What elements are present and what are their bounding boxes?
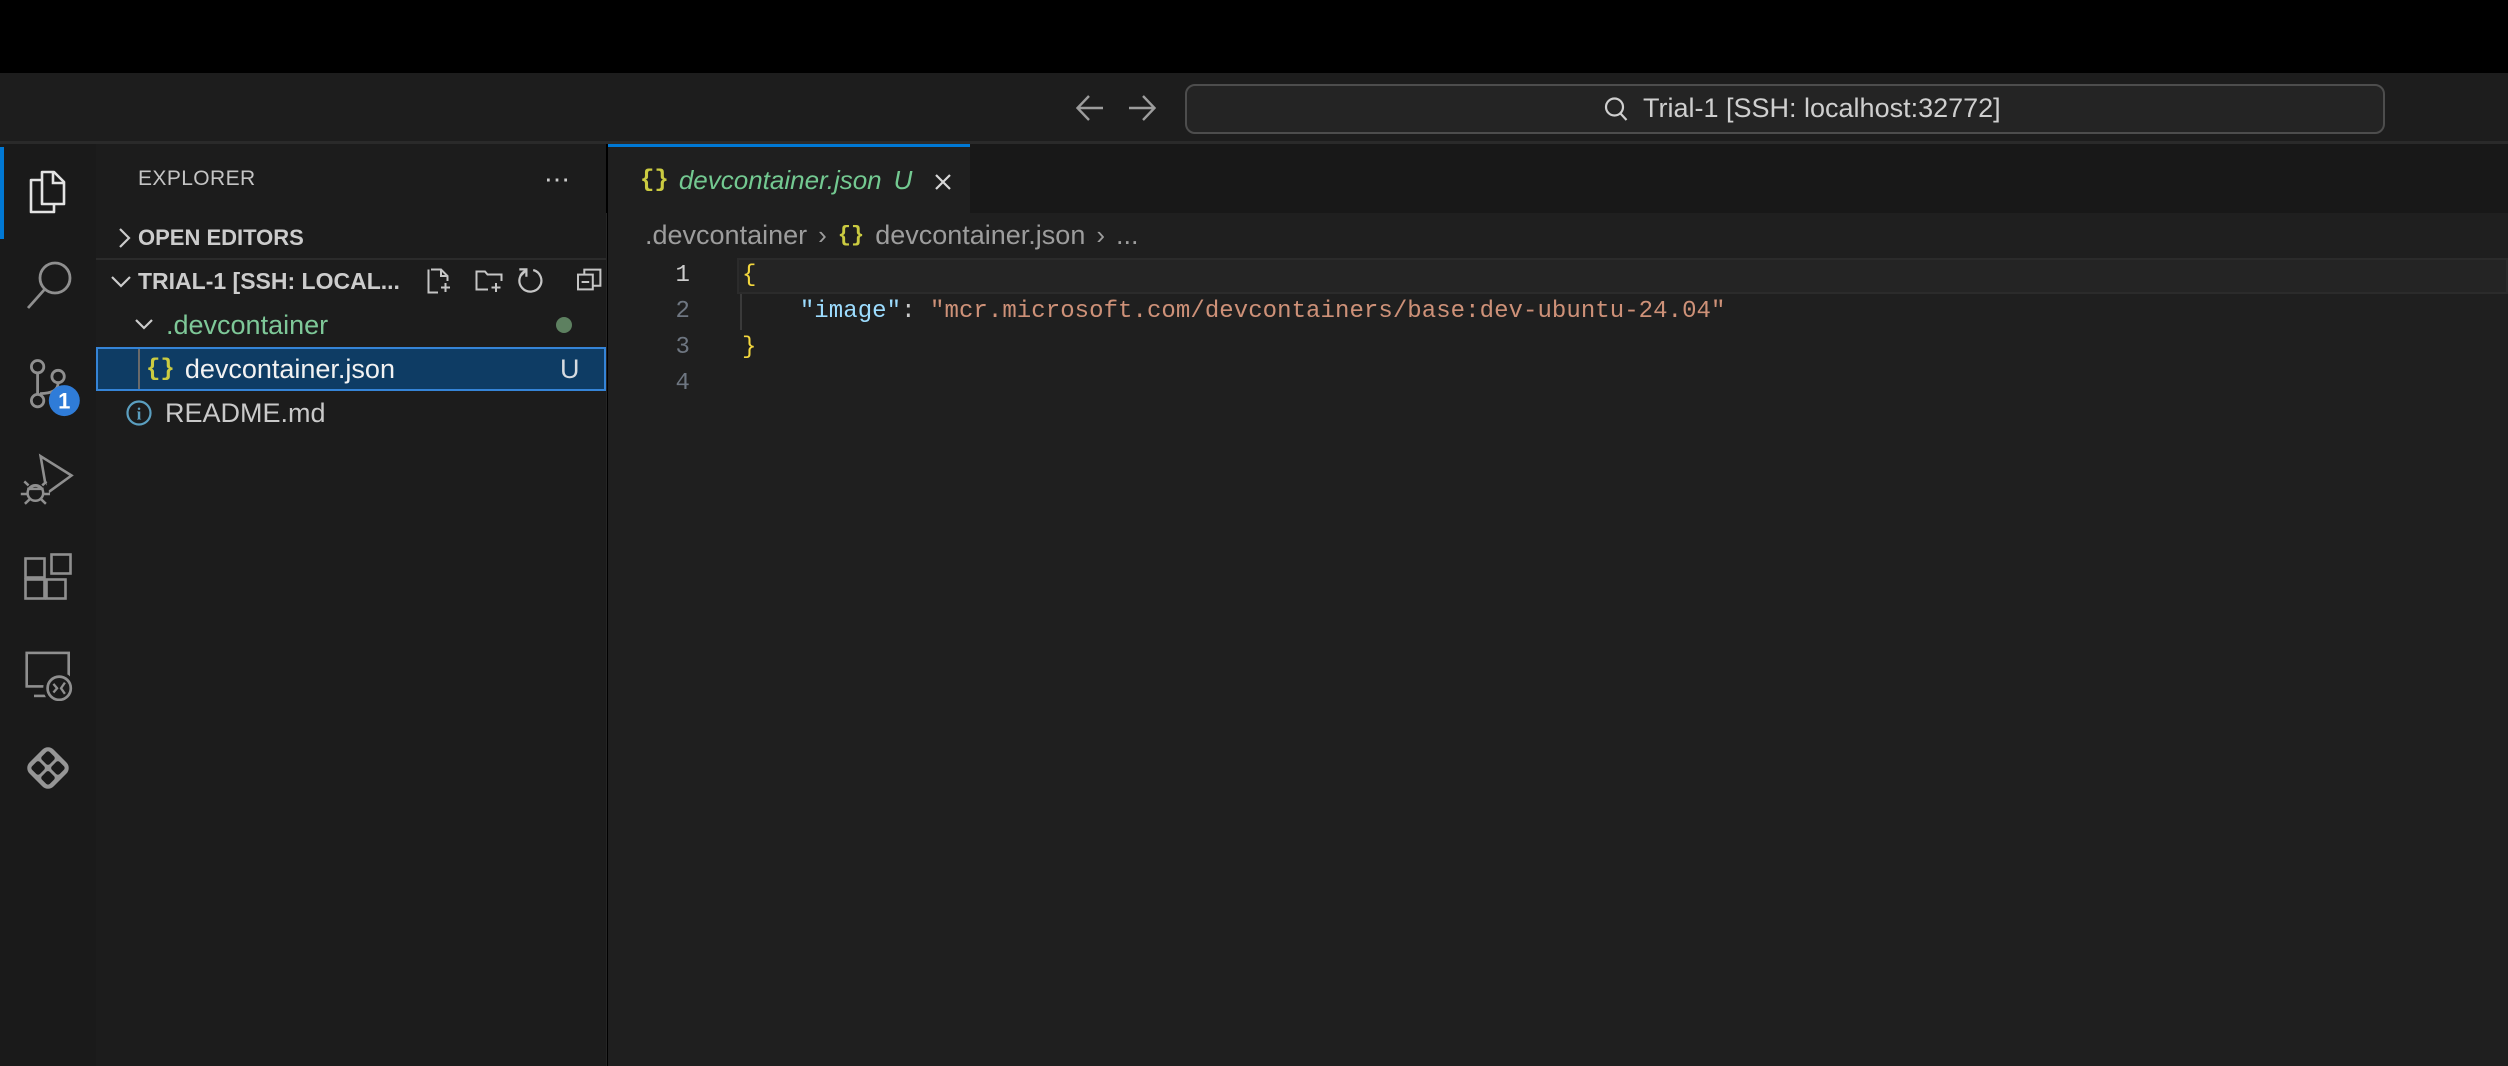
svg-text:i: i (137, 405, 142, 424)
svg-text:1: 1 (58, 389, 70, 414)
